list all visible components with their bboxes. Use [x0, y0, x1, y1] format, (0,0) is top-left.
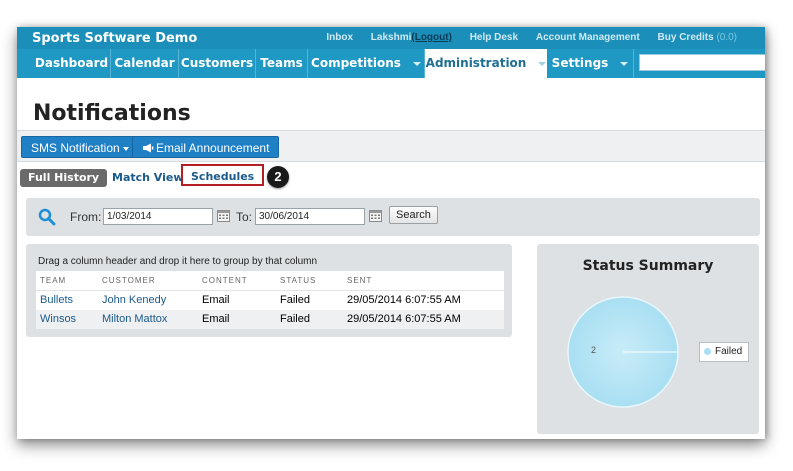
to-date-input[interactable]: 30/06/2014	[255, 208, 365, 225]
nav-dashboard[interactable]: Dashboard	[33, 49, 111, 78]
action-toolbar: SMS Notification Email Announcement	[17, 130, 765, 162]
sms-notification-button[interactable]: SMS Notification	[21, 136, 139, 158]
chart-legend: Failed	[699, 342, 749, 362]
team-link[interactable]: Bullets	[40, 291, 73, 310]
status-cell: Failed	[280, 313, 310, 325]
column-header-content[interactable]: CONTENT	[202, 271, 248, 290]
status-cell: Failed	[280, 294, 310, 306]
tab-full-history[interactable]: Full History	[20, 169, 108, 187]
legend-label-failed: Failed	[715, 346, 743, 357]
table-row: Winsos Milton Mattox Email Failed 29/05/…	[36, 310, 504, 329]
table-row: Bullets John Kenedy Email Failed 29/05/2…	[36, 291, 504, 310]
email-announcement-button[interactable]: Email Announcement	[132, 136, 280, 158]
table-header: TEAM CUSTOMER CONTENT STATUS SENT	[36, 271, 504, 291]
team-link[interactable]: Winsos	[40, 310, 76, 329]
nav-calendar[interactable]: Calendar	[111, 49, 179, 78]
calendar-icon[interactable]	[369, 209, 382, 222]
notifications-grid-panel: Drag a column header and drop it here to…	[26, 244, 512, 337]
nav-competitions-label: Competitions	[311, 56, 401, 70]
step-callout-badge: 2	[267, 166, 289, 188]
group-drag-hint: Drag a column header and drop it here to…	[38, 256, 318, 267]
chevron-down-icon	[620, 61, 629, 66]
from-label: From:	[70, 210, 102, 224]
buy-credits-label: Buy Credits	[657, 32, 714, 43]
nav-customers[interactable]: Customers	[179, 49, 256, 78]
customer-link[interactable]: Milton Mattox	[102, 310, 167, 329]
legend-swatch	[704, 347, 711, 355]
nav-competitions[interactable]: Competitions	[308, 49, 425, 78]
buy-credits-link[interactable]: Buy Credits (0.0)	[658, 32, 737, 43]
tab-match-view[interactable]: Match View	[112, 169, 184, 187]
column-header-customer[interactable]: CUSTOMER	[102, 271, 156, 290]
nav-administration[interactable]: Administration	[425, 49, 547, 78]
column-header-status[interactable]: STATUS	[280, 271, 316, 290]
search-icon	[38, 208, 56, 226]
pie-slice-label: 2	[591, 345, 597, 355]
status-pie-chart	[567, 296, 679, 408]
nav-settings[interactable]: Settings	[547, 49, 634, 78]
app-window: Sports Software Demo Inbox Lakshmi(Logou…	[17, 27, 765, 439]
page-title: Notifications	[33, 101, 191, 126]
chevron-down-icon	[538, 61, 547, 66]
nav-customers-label: Customers	[180, 56, 254, 70]
to-label: To:	[236, 210, 253, 224]
megaphone-icon	[143, 143, 154, 153]
chevron-down-icon	[122, 146, 129, 151]
nav-dashboard-label: Dashboard	[34, 56, 109, 70]
main-nav: Dashboard Calendar Customers Teams Compe…	[17, 49, 765, 78]
nav-administration-label: Administration	[425, 56, 527, 70]
tab-schedules[interactable]: Schedules	[181, 164, 265, 186]
column-header-sent[interactable]: SENT	[347, 271, 372, 290]
customer-link[interactable]: John Kenedy	[102, 291, 166, 310]
column-header-team[interactable]: TEAM	[40, 271, 66, 290]
email-announcement-label: Email Announcement	[156, 141, 270, 155]
nav-search-input[interactable]	[639, 54, 765, 71]
top-links: Inbox Lakshmi(Logout) Help Desk Account …	[311, 32, 737, 43]
user-label: Lakshmi	[370, 32, 412, 43]
status-summary-panel: Status Summary 2 Failed	[537, 244, 759, 434]
user-name: Lakshmi(Logout)	[371, 32, 452, 43]
nav-teams-label: Teams	[260, 56, 303, 70]
search-button[interactable]: Search	[389, 206, 438, 224]
from-date-input[interactable]: 1/03/2014	[103, 208, 213, 225]
brand-title: Sports Software Demo	[32, 31, 198, 46]
credits-value: (0.0)	[716, 32, 737, 43]
logout-link[interactable]: (Logout)	[411, 32, 452, 43]
sent-cell: 29/05/2014 6:07:55 AM	[347, 294, 461, 306]
view-tabs: Full History Match View Schedules	[17, 164, 765, 188]
nav-settings-label: Settings	[551, 56, 609, 70]
top-bar: Sports Software Demo Inbox Lakshmi(Logou…	[17, 27, 765, 49]
content-cell: Email	[202, 294, 230, 306]
account-management-link[interactable]: Account Management	[536, 32, 640, 43]
sent-cell: 29/05/2014 6:07:55 AM	[347, 313, 461, 325]
inbox-link[interactable]: Inbox	[326, 32, 353, 43]
nav-calendar-label: Calendar	[114, 56, 175, 70]
notifications-table: TEAM CUSTOMER CONTENT STATUS SENT Bullet…	[36, 271, 504, 329]
date-filter-bar: From: 1/03/2014 To: 30/06/2014 Search	[26, 198, 760, 236]
content-cell: Email	[202, 313, 230, 325]
nav-teams[interactable]: Teams	[256, 49, 308, 78]
calendar-icon[interactable]	[217, 209, 230, 222]
sms-notification-label: SMS Notification	[31, 141, 120, 155]
chevron-down-icon	[412, 61, 421, 66]
help-desk-link[interactable]: Help Desk	[470, 32, 518, 43]
